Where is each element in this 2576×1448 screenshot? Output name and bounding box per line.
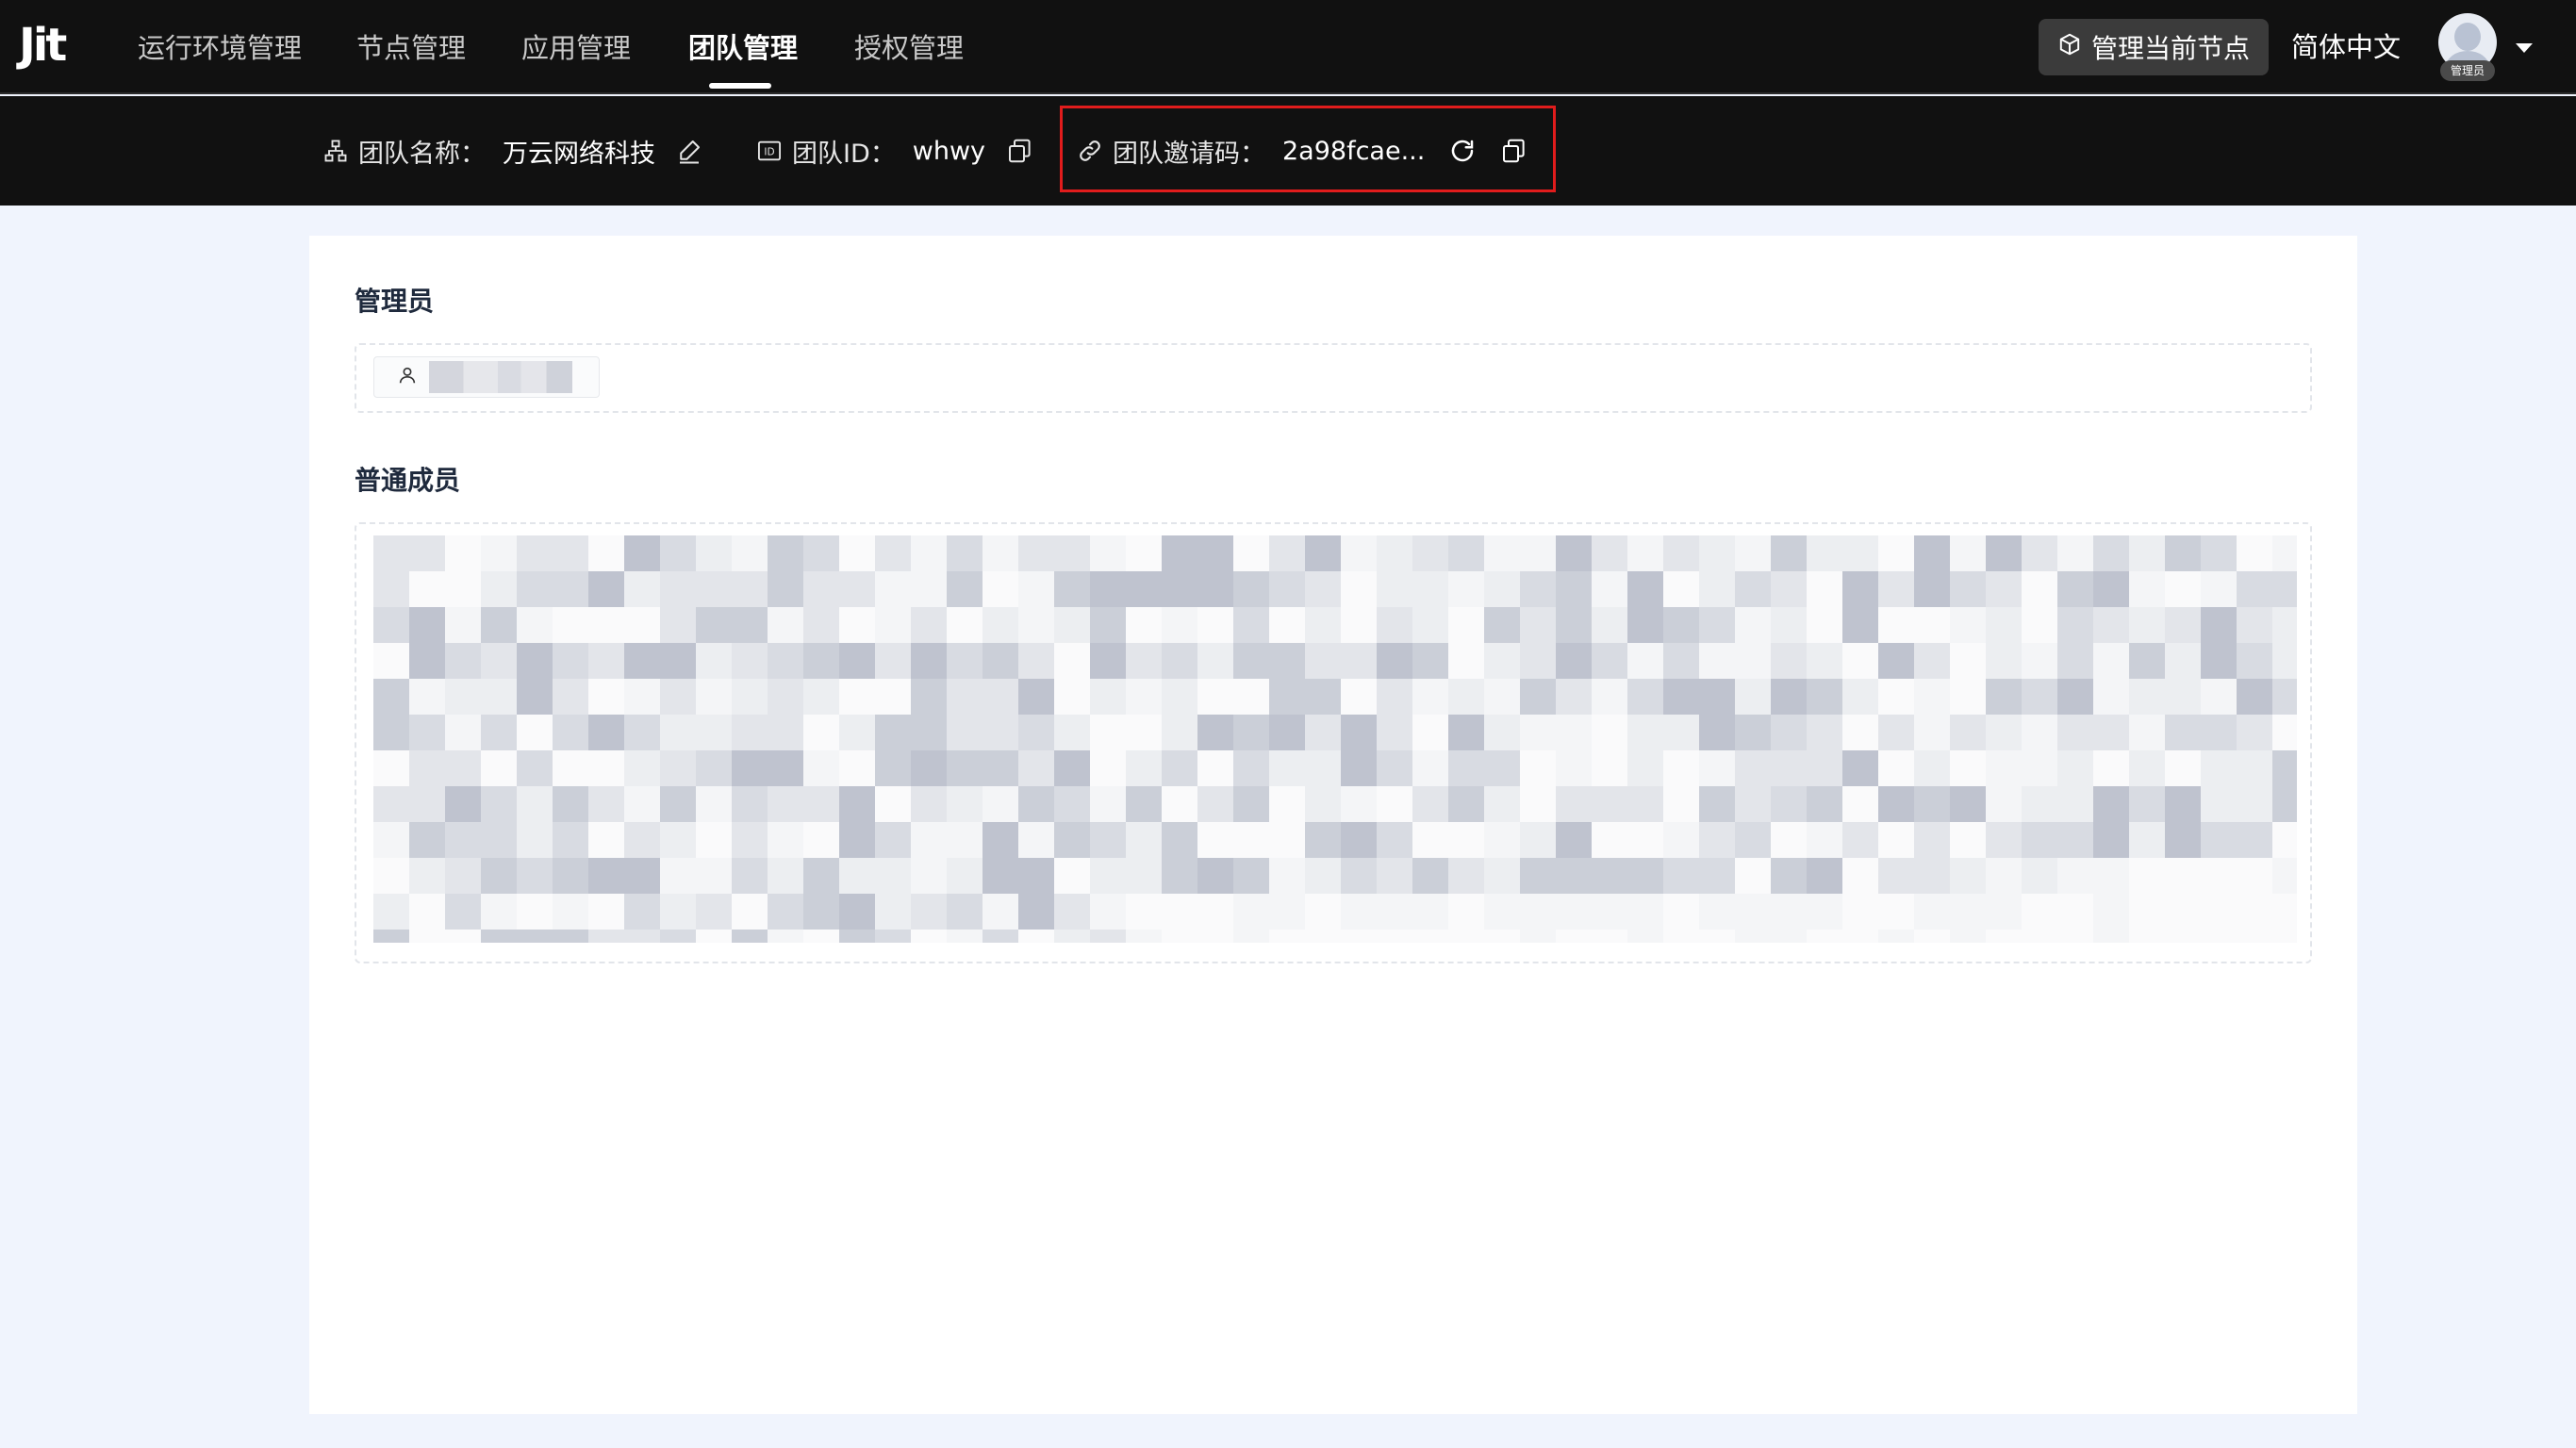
members-redacted-mosaic [373, 535, 2297, 943]
manage-current-node-label: 管理当前节点 [2090, 33, 2250, 64]
edit-icon[interactable] [672, 134, 706, 168]
team-name-group: 团队名称： 万云网络科技 [321, 130, 706, 172]
nav-item-license[interactable]: 授权管理 [854, 28, 964, 68]
team-id-value: whwy [912, 136, 986, 166]
member-list [355, 522, 2312, 963]
language-switch[interactable]: 简体中文 [2291, 26, 2401, 68]
cube-icon [2057, 32, 2082, 63]
admin-name-redacted [429, 361, 572, 393]
active-tab-indicator [709, 83, 771, 89]
caret-down-icon[interactable] [2516, 43, 2533, 53]
nav-item-node[interactable]: 节点管理 [356, 28, 466, 68]
team-id-group: ID 团队ID： whwy [754, 130, 1036, 172]
svg-text:ID: ID [764, 147, 774, 158]
nav-item-app[interactable]: 应用管理 [521, 28, 631, 68]
invite-code-highlight [1060, 106, 1556, 192]
admin-section-title: 管理员 [355, 286, 435, 317]
admin-list [355, 343, 2312, 413]
id-card-icon: ID [754, 136, 784, 166]
manage-current-node-button[interactable]: 管理当前节点 [2039, 19, 2269, 75]
team-members-card: 管理员 普通成员 [309, 236, 2357, 1414]
role-badge: 管理员 [2440, 60, 2495, 81]
nav-item-team[interactable]: 团队管理 [688, 28, 798, 68]
members-section-title: 普通成员 [355, 465, 461, 496]
team-name-value: 万云网络科技 [503, 139, 655, 169]
team-id-label: 团队ID： [792, 139, 896, 169]
admin-member-chip[interactable] [373, 356, 600, 398]
org-chart-icon [321, 136, 351, 166]
team-name-label: 团队名称： [358, 139, 486, 169]
jit-logo[interactable]: Jit [19, 21, 68, 70]
copy-id-icon[interactable] [1002, 134, 1036, 168]
user-icon [397, 365, 418, 389]
nav-item-runtime-env[interactable]: 运行环境管理 [138, 28, 302, 68]
user-avatar[interactable]: 管理员 [2436, 11, 2499, 81]
top-navbar: Jit 运行环境管理 节点管理 应用管理 团队管理 授权管理 管理当前节点 简体… [0, 0, 2576, 94]
